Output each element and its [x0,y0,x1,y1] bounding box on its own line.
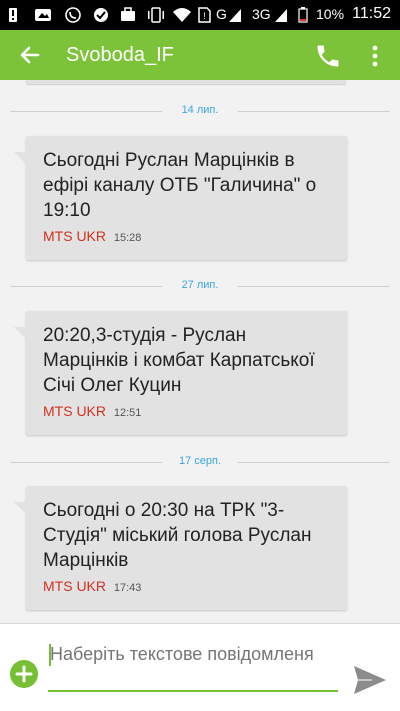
message-time: 12:51 [113,407,142,419]
message-composer [0,623,400,711]
signal-icon [229,9,241,22]
text-cursor [49,644,51,666]
message-text: 20:20,3-студія - Руслан Марцінків і комб… [43,325,315,396]
separator-line [238,462,390,463]
message-bubble[interactable]: Сьогодні Руслан Марцінків в ефірі каналу… [14,136,347,260]
send-icon[interactable] [352,664,388,696]
separator-line [238,286,390,287]
date-label: 17 серп. [178,455,222,467]
message-time: 17:43 [113,582,142,594]
input-underline [48,690,338,692]
status-bar: ! G 3G 10% 11:52 [0,0,400,30]
message-sender: MTS UKR [43,403,106,419]
message-meta: MTS UKR 17:43 [43,578,333,594]
back-arrow-icon[interactable] [18,43,42,67]
date-label: 27 лип. [181,279,219,291]
battery-icon [298,7,308,23]
message-thread[interactable]: 14 лип. Сьогодні Руслан Марцінків в ефір… [0,80,400,623]
date-separator: 27 лип. [10,279,390,293]
alert-icon [9,8,17,22]
app-bar: Svoboda_IF [0,30,400,80]
message-time: 15:28 [113,232,142,244]
message-bubble[interactable]: Сьогодні о 20:30 на ТРК "3-Студія" міськ… [14,486,347,610]
whatsapp-icon [65,7,81,23]
svg-text:!: ! [203,11,206,21]
sim-alert-icon: ! [198,7,211,23]
phone-call-icon[interactable] [314,42,342,70]
check-circle-icon [94,8,108,22]
date-label: 14 лип. [181,104,219,116]
briefcase-icon [121,7,135,21]
conversation-title: Svoboda_IF [66,44,174,66]
signal-2-icon [275,9,287,22]
separator-line [238,111,390,112]
network-3g-label: 3G [252,6,271,22]
message-input[interactable] [48,642,338,692]
vibrate-icon [148,7,164,23]
message-meta: MTS UKR 12:51 [43,403,333,419]
message-meta: MTS UKR 15:28 [43,228,333,244]
message-sender: MTS UKR [43,578,106,594]
message-bubble[interactable]: 20:20,3-студія - Руслан Марцінків і комб… [14,311,347,435]
date-separator: 14 лип. [10,104,390,118]
previous-message-bubble[interactable] [26,80,346,84]
message-text: Сьогодні Руслан Марцінків в ефірі каналу… [43,150,317,221]
date-separator: 17 серп. [10,455,390,469]
wifi-icon [173,8,191,22]
message-text: Сьогодні о 20:30 на ТРК "3-Студія" міськ… [43,500,312,571]
mms-icon [35,9,51,21]
add-attachment-icon[interactable] [10,660,38,688]
message-sender: MTS UKR [43,228,106,244]
battery-label: 10% [316,6,345,22]
network-g-label: G [216,6,227,22]
clock: 11:52 [352,5,391,22]
overflow-menu-icon[interactable] [368,43,382,69]
